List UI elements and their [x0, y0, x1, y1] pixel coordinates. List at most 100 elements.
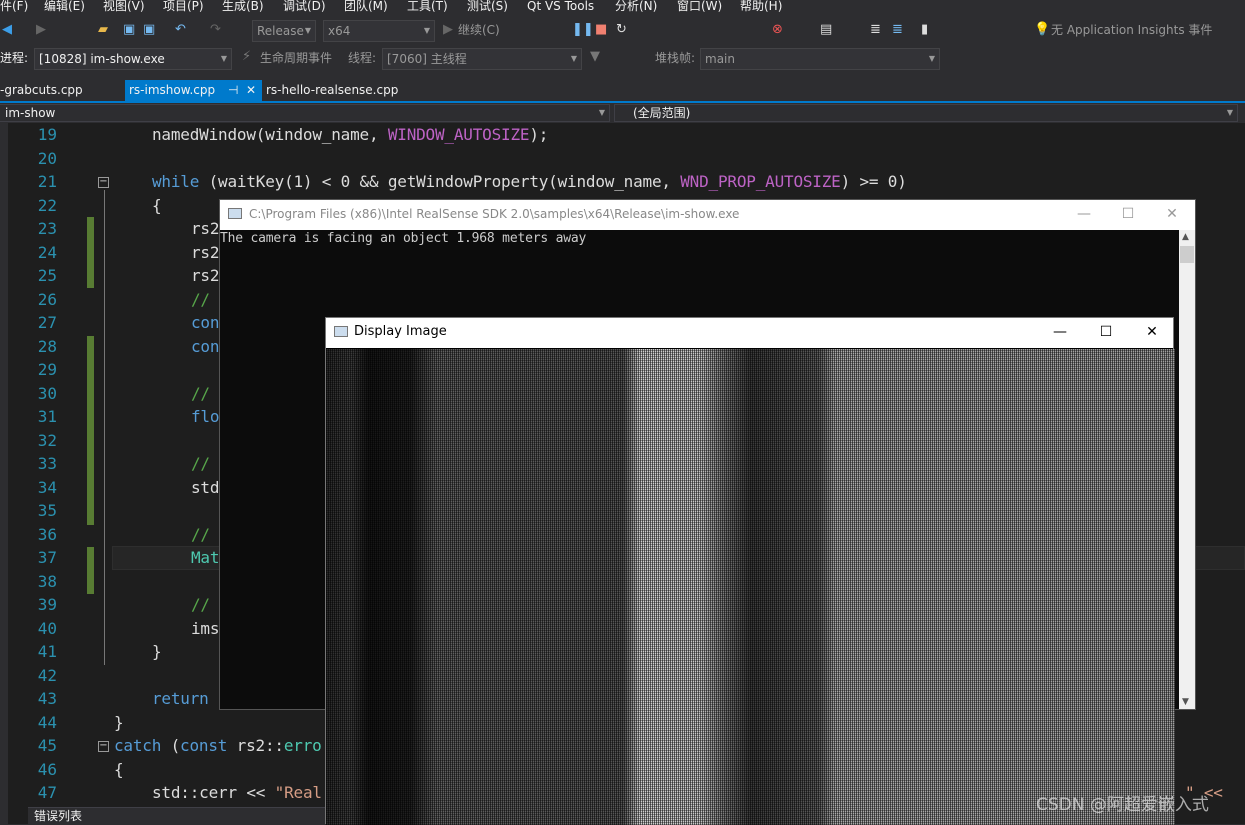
line-number: 29	[37, 360, 57, 379]
collapse-icon[interactable]: −	[98, 177, 109, 188]
tab-grabcuts[interactable]: -grabcuts.cpp	[0, 80, 87, 101]
pin-icon[interactable]: ⊣	[228, 80, 238, 101]
code-line-44: }	[114, 712, 124, 732]
display-image-window[interactable]: Display Image — ☐ ✕	[325, 317, 1175, 825]
line-number: 47	[37, 783, 57, 802]
line-number: 28	[37, 336, 57, 356]
project-dropdown[interactable]: im-show ▼	[0, 104, 610, 122]
maximize-button[interactable]: ☐	[1105, 200, 1151, 228]
comment-icon[interactable]: ▤	[820, 20, 832, 40]
watermark: CSDN @阿超爱嵌入式	[1036, 795, 1209, 815]
platform-select[interactable]: x64 ▼	[323, 20, 435, 42]
save-icon[interactable]: ▣	[123, 20, 135, 40]
menu-tools[interactable]: 工具(T)	[407, 0, 448, 13]
code-line-27: con	[191, 313, 220, 332]
thread-select[interactable]: [7060] 主线程 ▼	[382, 48, 582, 70]
stop-icon[interactable]: ■	[595, 20, 607, 40]
code-line-24: rs2	[191, 242, 220, 262]
menu-project[interactable]: 项目(P)	[163, 0, 204, 13]
project-value: im-show	[5, 106, 56, 120]
code-line-19: namedWindow(window_name, WINDOW_AUTOSIZE…	[152, 125, 549, 144]
redo-icon[interactable]: ↷	[210, 20, 221, 40]
line-number: 45	[37, 736, 57, 755]
scroll-down-icon[interactable]: ▼	[1182, 697, 1189, 707]
restart-icon[interactable]: ↻	[616, 20, 627, 40]
process-select[interactable]: [10828] im-show.exe ▼	[34, 48, 232, 70]
console-scrollbar[interactable]: ▲ ▼	[1179, 230, 1195, 709]
collapse-icon[interactable]: −	[98, 741, 109, 752]
line-number: 42	[37, 665, 57, 685]
pause-icon[interactable]: ❚❚	[572, 20, 594, 40]
console-app-icon	[228, 208, 242, 219]
editor-margin	[0, 123, 8, 824]
menu-analyze[interactable]: 分析(N)	[615, 0, 657, 13]
display-titlebar[interactable]: Display Image — ☐ ✕	[326, 318, 1173, 348]
chevron-down-icon: ▼	[928, 54, 935, 63]
maximize-button[interactable]: ☐	[1083, 318, 1129, 346]
error-list-panel[interactable]: 错误列表	[28, 807, 328, 824]
open-folder-icon[interactable]: ▰	[98, 20, 108, 40]
menu-test[interactable]: 测试(S)	[467, 0, 508, 13]
menu-qt[interactable]: Qt VS Tools	[527, 0, 594, 13]
line-number: 33	[37, 454, 57, 473]
config-select[interactable]: Release ▼	[252, 20, 316, 42]
close-button[interactable]: ✕	[1149, 200, 1195, 228]
navigation-bar: im-show ▼ (全局范围) ▼	[0, 103, 1245, 123]
filter-icon[interactable]: ▼	[590, 47, 600, 67]
save-all-icon[interactable]: ▣	[143, 20, 155, 40]
undo-icon[interactable]: ↶	[175, 20, 186, 40]
indent-icon[interactable]: ≣	[870, 20, 881, 40]
code-line-25: rs2	[191, 266, 220, 285]
back-icon[interactable]: ◀	[2, 20, 12, 40]
line-number: 37	[37, 548, 57, 567]
line-number: 38	[37, 571, 57, 591]
display-app-icon	[334, 326, 348, 337]
close-icon[interactable]: ✕	[246, 80, 256, 101]
menu-help[interactable]: 帮助(H)	[740, 0, 782, 13]
minimize-button[interactable]: —	[1037, 318, 1083, 346]
tab-label: rs-imshow.cpp	[129, 83, 216, 97]
display-title: Display Image	[354, 324, 447, 339]
scroll-up-icon[interactable]: ▲	[1182, 232, 1189, 242]
menu-build[interactable]: 生成(B)	[222, 0, 264, 13]
tab-rs-hello-realsense[interactable]: rs-hello-realsense.cpp	[262, 80, 402, 101]
forward-icon[interactable]: ▶	[36, 20, 46, 40]
close-button[interactable]: ✕	[1129, 318, 1175, 346]
config-value: Release	[257, 24, 304, 38]
chevron-down-icon: ▼	[423, 26, 430, 35]
line-number: 27	[37, 313, 57, 332]
tab-rs-imshow[interactable]: rs-imshow.cpp ⊣ ✕	[125, 80, 262, 101]
line-number: 44	[37, 712, 57, 732]
menu-team[interactable]: 团队(M)	[344, 0, 388, 13]
console-titlebar[interactable]: C:\Program Files (x86)\Intel RealSense S…	[220, 200, 1195, 230]
outdent-icon[interactable]: ≣	[892, 20, 903, 40]
menu-bar: 件(F) 编辑(E) 视图(V) 项目(P) 生成(B) 调试(D) 团队(M)…	[0, 0, 1245, 16]
insights-dropdown[interactable]: 无 Application Insights 事件	[1051, 19, 1212, 41]
continue-button[interactable]: 继续(C)	[458, 19, 500, 41]
menu-debug[interactable]: 调试(D)	[283, 0, 326, 13]
line-number: 30	[37, 383, 57, 403]
line-number: 20	[37, 148, 57, 168]
line-number: 26	[37, 289, 57, 309]
menu-view[interactable]: 视图(V)	[103, 0, 145, 13]
scroll-thumb[interactable]	[1180, 246, 1194, 263]
menu-edit[interactable]: 编辑(E)	[44, 0, 85, 13]
menu-file[interactable]: 件(F)	[0, 0, 28, 13]
process-value: [10828] im-show.exe	[39, 52, 165, 66]
breakpoints-icon[interactable]: ⊗	[772, 20, 783, 40]
document-tabs: -grabcuts.cpp rs-imshow.cpp ⊣ ✕ rs-hello-r…	[0, 80, 1245, 103]
line-number: 24	[37, 242, 57, 262]
code-line-47: std::cerr << "Real	[152, 783, 322, 802]
lifecycle-dropdown[interactable]: 生命周期事件	[260, 47, 332, 69]
chevron-down-icon: ▼	[570, 54, 577, 63]
code-line-36: //	[191, 524, 210, 544]
code-line-41: }	[152, 642, 162, 661]
minimize-button[interactable]: —	[1061, 200, 1107, 228]
thread-value: [7060] 主线程	[387, 52, 467, 66]
scope-dropdown[interactable]: (全局范围) ▼	[614, 104, 1238, 122]
error-list-tab[interactable]: 错误列表	[28, 809, 82, 823]
menu-window[interactable]: 窗口(W)	[677, 0, 722, 13]
bookmark-icon[interactable]: ▮	[921, 20, 928, 40]
stack-frame-select[interactable]: main ▼	[700, 48, 940, 70]
console-title: C:\Program Files (x86)\Intel RealSense S…	[249, 207, 740, 221]
